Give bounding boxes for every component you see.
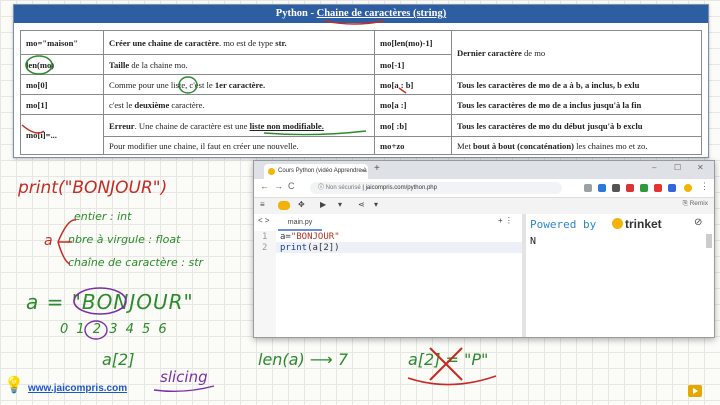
close-window-icon[interactable]: ✕ — [697, 163, 704, 172]
maximize-icon[interactable]: ☐ — [674, 163, 681, 172]
remix-label: Remix — [689, 200, 708, 207]
code-editor[interactable]: < > main.py + ⋮ 1 2 a="BONJOUR" print(a[… — [254, 214, 522, 337]
back-icon[interactable]: ← — [260, 181, 269, 191]
code-token: a= — [280, 232, 291, 242]
extension-icon[interactable] — [626, 184, 634, 192]
reference-panel: Python - Chaine de caractères (string) m… — [13, 4, 709, 158]
note-len: len(a) ⟶ 7 — [258, 350, 349, 369]
hamburger-icon[interactable]: ≡ — [260, 200, 265, 209]
slicing-underline — [153, 385, 215, 393]
table-annotations — [21, 20, 407, 136]
extension-icon[interactable] — [640, 184, 648, 192]
browser-window: Cours Python (vidéo Apprendre à × + – ☐ … — [253, 160, 715, 338]
minimize-icon[interactable]: – — [652, 163, 656, 172]
title-underline — [323, 20, 385, 25]
url-field[interactable]: ⓘ Non sécurisé | jaicompris.com/python.p… — [310, 182, 562, 194]
lightbulb-icon: 💡 — [4, 377, 24, 394]
console-output: N — [530, 236, 537, 247]
extension-icon[interactable] — [612, 184, 620, 192]
extension-icon[interactable] — [668, 184, 676, 192]
code-token: (a[2]) — [307, 243, 340, 253]
remix-button[interactable]: ⎘ Remix — [683, 200, 708, 208]
add-file-icon[interactable]: + ⋮ — [498, 216, 513, 225]
index-circle — [84, 320, 108, 340]
tab-bar: Cours Python (vidéo Apprendre à × + – ☐ … — [254, 161, 714, 179]
address-bar: ← → C ⓘ Non sécurisé | jaicompris.com/py… — [254, 179, 714, 198]
info-icon: ⓘ — [318, 185, 326, 191]
red-mark — [21, 124, 45, 134]
code-line[interactable]: a="BONJOUR" — [280, 232, 340, 242]
profile-avatar[interactable] — [684, 184, 692, 192]
extension-icon[interactable] — [598, 184, 606, 192]
code-line[interactable]: print(a[2]) — [280, 243, 340, 253]
website-link[interactable]: www.jaicompris.com — [28, 383, 127, 394]
trinket-logo-text: trinket — [625, 217, 662, 231]
trinket-toolbar: ≡ ✥ ▶ ▾ ⋖ ▾ ⎘ Remix — [254, 198, 714, 215]
bonjour-circle — [73, 287, 127, 315]
share-icon[interactable]: ⋖ — [358, 200, 365, 209]
brace-arrows — [57, 219, 77, 265]
extension-icon[interactable] — [584, 184, 592, 192]
output-panel: Powered by trinket ⊘ N — [526, 214, 714, 337]
extension-icon[interactable] — [654, 184, 662, 192]
code-toggle-icon[interactable]: < > — [258, 216, 270, 225]
reload-icon[interactable]: C — [288, 181, 295, 191]
close-tab-icon[interactable]: × — [361, 164, 365, 179]
forward-icon[interactable]: → — [274, 181, 283, 191]
powered-by-label: Powered by — [530, 218, 597, 231]
line-number: 2 — [262, 243, 268, 253]
trinket-logo-icon — [612, 218, 623, 229]
trinket-toggle[interactable] — [278, 201, 290, 210]
underline-stroke — [263, 130, 367, 136]
security-label: Non sécurisé — [325, 185, 361, 191]
run-icon[interactable]: ▶ — [320, 200, 326, 209]
note-print: print("BONJOUR") — [18, 178, 168, 198]
url-text: jaicompris.com/python.php — [365, 185, 437, 191]
note-indices: 0 1 2 3 4 5 6 — [60, 322, 169, 337]
file-tab[interactable]: main.py — [278, 217, 322, 231]
line-number: 1 — [262, 232, 268, 242]
red-tick — [398, 87, 407, 94]
cross-out — [407, 347, 497, 386]
favicon-icon — [268, 168, 275, 175]
play-badge-icon[interactable] — [688, 385, 702, 397]
new-tab-button[interactable]: + — [374, 163, 380, 174]
stop-icon[interactable]: ⊘ — [694, 217, 702, 228]
menu-icon[interactable]: ⋮ — [700, 181, 709, 192]
liste-circle — [178, 76, 198, 94]
tab-title: Cours Python (vidéo Apprendre à — [278, 168, 367, 174]
scrollbar[interactable] — [706, 234, 712, 248]
chevron-down-icon[interactable]: ▾ — [374, 200, 378, 209]
settings-icon[interactable]: ✥ — [298, 200, 305, 209]
note-a2: a[2] — [102, 350, 135, 369]
code-keyword: print — [280, 243, 308, 253]
code-string: "BONJOUR" — [290, 232, 340, 242]
browser-tab[interactable]: Cours Python (vidéo Apprendre à × — [264, 164, 368, 179]
chevron-down-icon[interactable]: ▾ — [338, 200, 342, 209]
len-circle — [25, 55, 53, 75]
trinket-logo: trinket — [612, 217, 662, 231]
